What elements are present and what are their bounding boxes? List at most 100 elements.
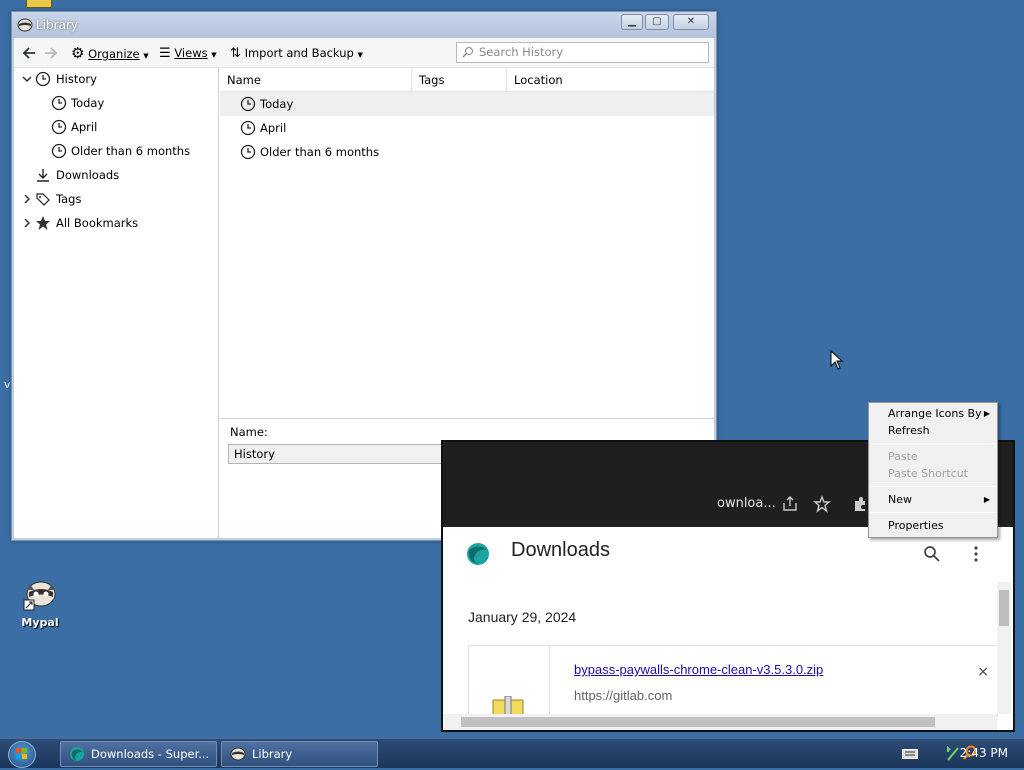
search-input[interactable]: Search History bbox=[456, 42, 709, 63]
tree-item-all-bookmarks[interactable]: All Bookmarks bbox=[14, 212, 219, 234]
remove-download-button[interactable]: × bbox=[977, 664, 989, 680]
taskbar-item-downloads[interactable]: Downloads - Super... bbox=[60, 741, 217, 767]
back-arrow-icon[interactable] bbox=[21, 45, 37, 61]
card-divider bbox=[549, 646, 550, 717]
page-title: Downloads bbox=[511, 539, 610, 561]
windows-logo-icon bbox=[16, 748, 27, 759]
system-tray: 2:43 PM bbox=[874, 739, 1024, 769]
desktop-icon-mypal[interactable]: Mypal bbox=[14, 578, 66, 629]
taskbar-item-label: Library bbox=[252, 747, 293, 761]
maximize-icon: ▢ bbox=[652, 16, 662, 27]
library-titlebar[interactable]: Library ▁ ▢ ✕ bbox=[12, 12, 716, 38]
downloads-page: Downloads January 29, 2024 bypass-paywal… bbox=[443, 527, 1013, 730]
tree-item-history[interactable]: History bbox=[14, 68, 219, 90]
list-icon: ☰ bbox=[159, 46, 171, 61]
menu-item-label: Paste bbox=[888, 450, 918, 463]
download-card: bypass-paywalls-chrome-clean-v3.5.3.0.zi… bbox=[468, 645, 998, 718]
column-header-tags[interactable]: Tags bbox=[412, 68, 507, 92]
horizontal-scrollbar[interactable] bbox=[443, 714, 997, 730]
row-name: Today bbox=[260, 97, 294, 111]
organize-label: Organize bbox=[88, 47, 140, 61]
dropdown-arrow-icon: ▼ bbox=[357, 51, 363, 59]
share-icon[interactable] bbox=[781, 495, 799, 513]
scroll-thumb[interactable] bbox=[461, 717, 935, 727]
extensions-icon[interactable] bbox=[851, 495, 869, 513]
keyboard-icon[interactable] bbox=[902, 749, 918, 759]
list-row[interactable]: Older than 6 months bbox=[220, 140, 714, 164]
mypal-icon bbox=[23, 578, 57, 612]
taskbar-item-library[interactable]: Library bbox=[221, 741, 378, 767]
import-backup-label: Import and Backup bbox=[244, 46, 354, 60]
clock[interactable]: 2:43 PM bbox=[960, 746, 1008, 760]
menu-item-refresh[interactable]: Refresh bbox=[869, 422, 997, 439]
browser-logo-icon bbox=[467, 543, 489, 565]
mypal-icon bbox=[17, 18, 33, 32]
tree-item-tags[interactable]: Tags bbox=[14, 188, 219, 210]
bookmark-star-icon[interactable] bbox=[813, 495, 831, 513]
chevron-down-icon[interactable] bbox=[22, 74, 32, 84]
details-name-label: Name: bbox=[230, 425, 268, 439]
dropdown-arrow-icon: ▼ bbox=[211, 51, 217, 59]
submenu-arrow-icon: ▶ bbox=[983, 409, 990, 418]
clock-icon bbox=[240, 144, 256, 160]
address-text[interactable]: ownloa... bbox=[717, 496, 776, 511]
menu-item-label: Arrange Icons By bbox=[888, 407, 982, 420]
tree-item-label: History bbox=[56, 72, 97, 86]
search-icon[interactable] bbox=[923, 545, 941, 563]
tree-item-older[interactable]: Older than 6 months bbox=[14, 140, 219, 162]
more-menu-icon[interactable] bbox=[969, 545, 983, 563]
start-button[interactable] bbox=[8, 741, 36, 768]
dropdown-arrow-icon: ▼ bbox=[143, 52, 149, 60]
maximize-button[interactable]: ▢ bbox=[645, 14, 669, 30]
desktop-icon-partial[interactable] bbox=[26, 0, 52, 8]
forward-arrow-icon[interactable] bbox=[43, 45, 59, 61]
list-row[interactable]: Today bbox=[220, 92, 714, 116]
column-header-location[interactable]: Location bbox=[507, 68, 714, 92]
menu-item-arrange[interactable]: Arrange Icons By ▶ bbox=[869, 405, 997, 422]
download-file-link[interactable]: bypass-paywalls-chrome-clean-v3.5.3.0.zi… bbox=[574, 662, 823, 677]
clock-icon bbox=[240, 120, 256, 136]
tree-item-downloads[interactable]: Downloads bbox=[14, 164, 219, 186]
gear-icon: ⚙ bbox=[71, 44, 85, 62]
tree-item-label: April bbox=[71, 120, 98, 134]
menu-item-label: Properties bbox=[888, 519, 944, 532]
taskbar-item-label: Downloads - Super... bbox=[91, 747, 210, 761]
desktop-icon-label: Mypal bbox=[21, 616, 59, 629]
column-header-name[interactable]: Name bbox=[220, 68, 412, 92]
close-icon: ✕ bbox=[686, 16, 696, 27]
clock-icon bbox=[51, 119, 67, 135]
chevron-right-icon[interactable] bbox=[22, 218, 32, 228]
browser-logo-icon bbox=[70, 747, 84, 761]
library-tree: History Today April Older than 6 months … bbox=[14, 68, 219, 538]
tag-icon bbox=[36, 193, 50, 206]
menu-item-paste-shortcut: Paste Shortcut bbox=[869, 465, 997, 482]
row-name: Older than 6 months bbox=[260, 145, 380, 159]
row-name: April bbox=[260, 121, 287, 135]
tree-item-today[interactable]: Today bbox=[14, 92, 219, 114]
import-export-icon: ⇅ bbox=[230, 46, 241, 61]
search-placeholder: Search History bbox=[479, 45, 564, 59]
network-icon[interactable] bbox=[946, 746, 960, 762]
tree-item-april[interactable]: April bbox=[14, 116, 219, 138]
minimize-button[interactable]: ▁ bbox=[621, 14, 643, 30]
menu-item-new[interactable]: New ▶ bbox=[869, 491, 997, 508]
organize-button[interactable]: ⚙ Organize ▼ bbox=[71, 44, 151, 62]
mypal-icon bbox=[230, 747, 246, 761]
menu-item-properties[interactable]: Properties bbox=[869, 517, 997, 534]
close-button[interactable]: ✕ bbox=[673, 14, 709, 30]
menu-item-label: New bbox=[888, 493, 912, 506]
search-icon bbox=[462, 47, 473, 58]
menu-separator bbox=[871, 486, 995, 487]
views-button[interactable]: ☰ Views ▼ bbox=[159, 44, 223, 62]
clock-icon bbox=[35, 71, 51, 87]
list-row[interactable]: April bbox=[220, 116, 714, 140]
vertical-scrollbar[interactable] bbox=[997, 582, 1011, 714]
tree-item-label: Today bbox=[71, 96, 105, 110]
import-backup-button[interactable]: ⇅ Import and Backup ▼ bbox=[230, 44, 370, 62]
scroll-thumb[interactable] bbox=[999, 590, 1009, 626]
chevron-right-icon[interactable] bbox=[22, 194, 32, 204]
library-title: Library bbox=[36, 18, 78, 32]
menu-item-label: Paste Shortcut bbox=[888, 467, 969, 480]
library-toolbar: ⚙ Organize ▼ ☰ Views ▼ ⇅ Import and Back… bbox=[14, 38, 714, 68]
mouse-cursor-icon bbox=[830, 350, 844, 370]
